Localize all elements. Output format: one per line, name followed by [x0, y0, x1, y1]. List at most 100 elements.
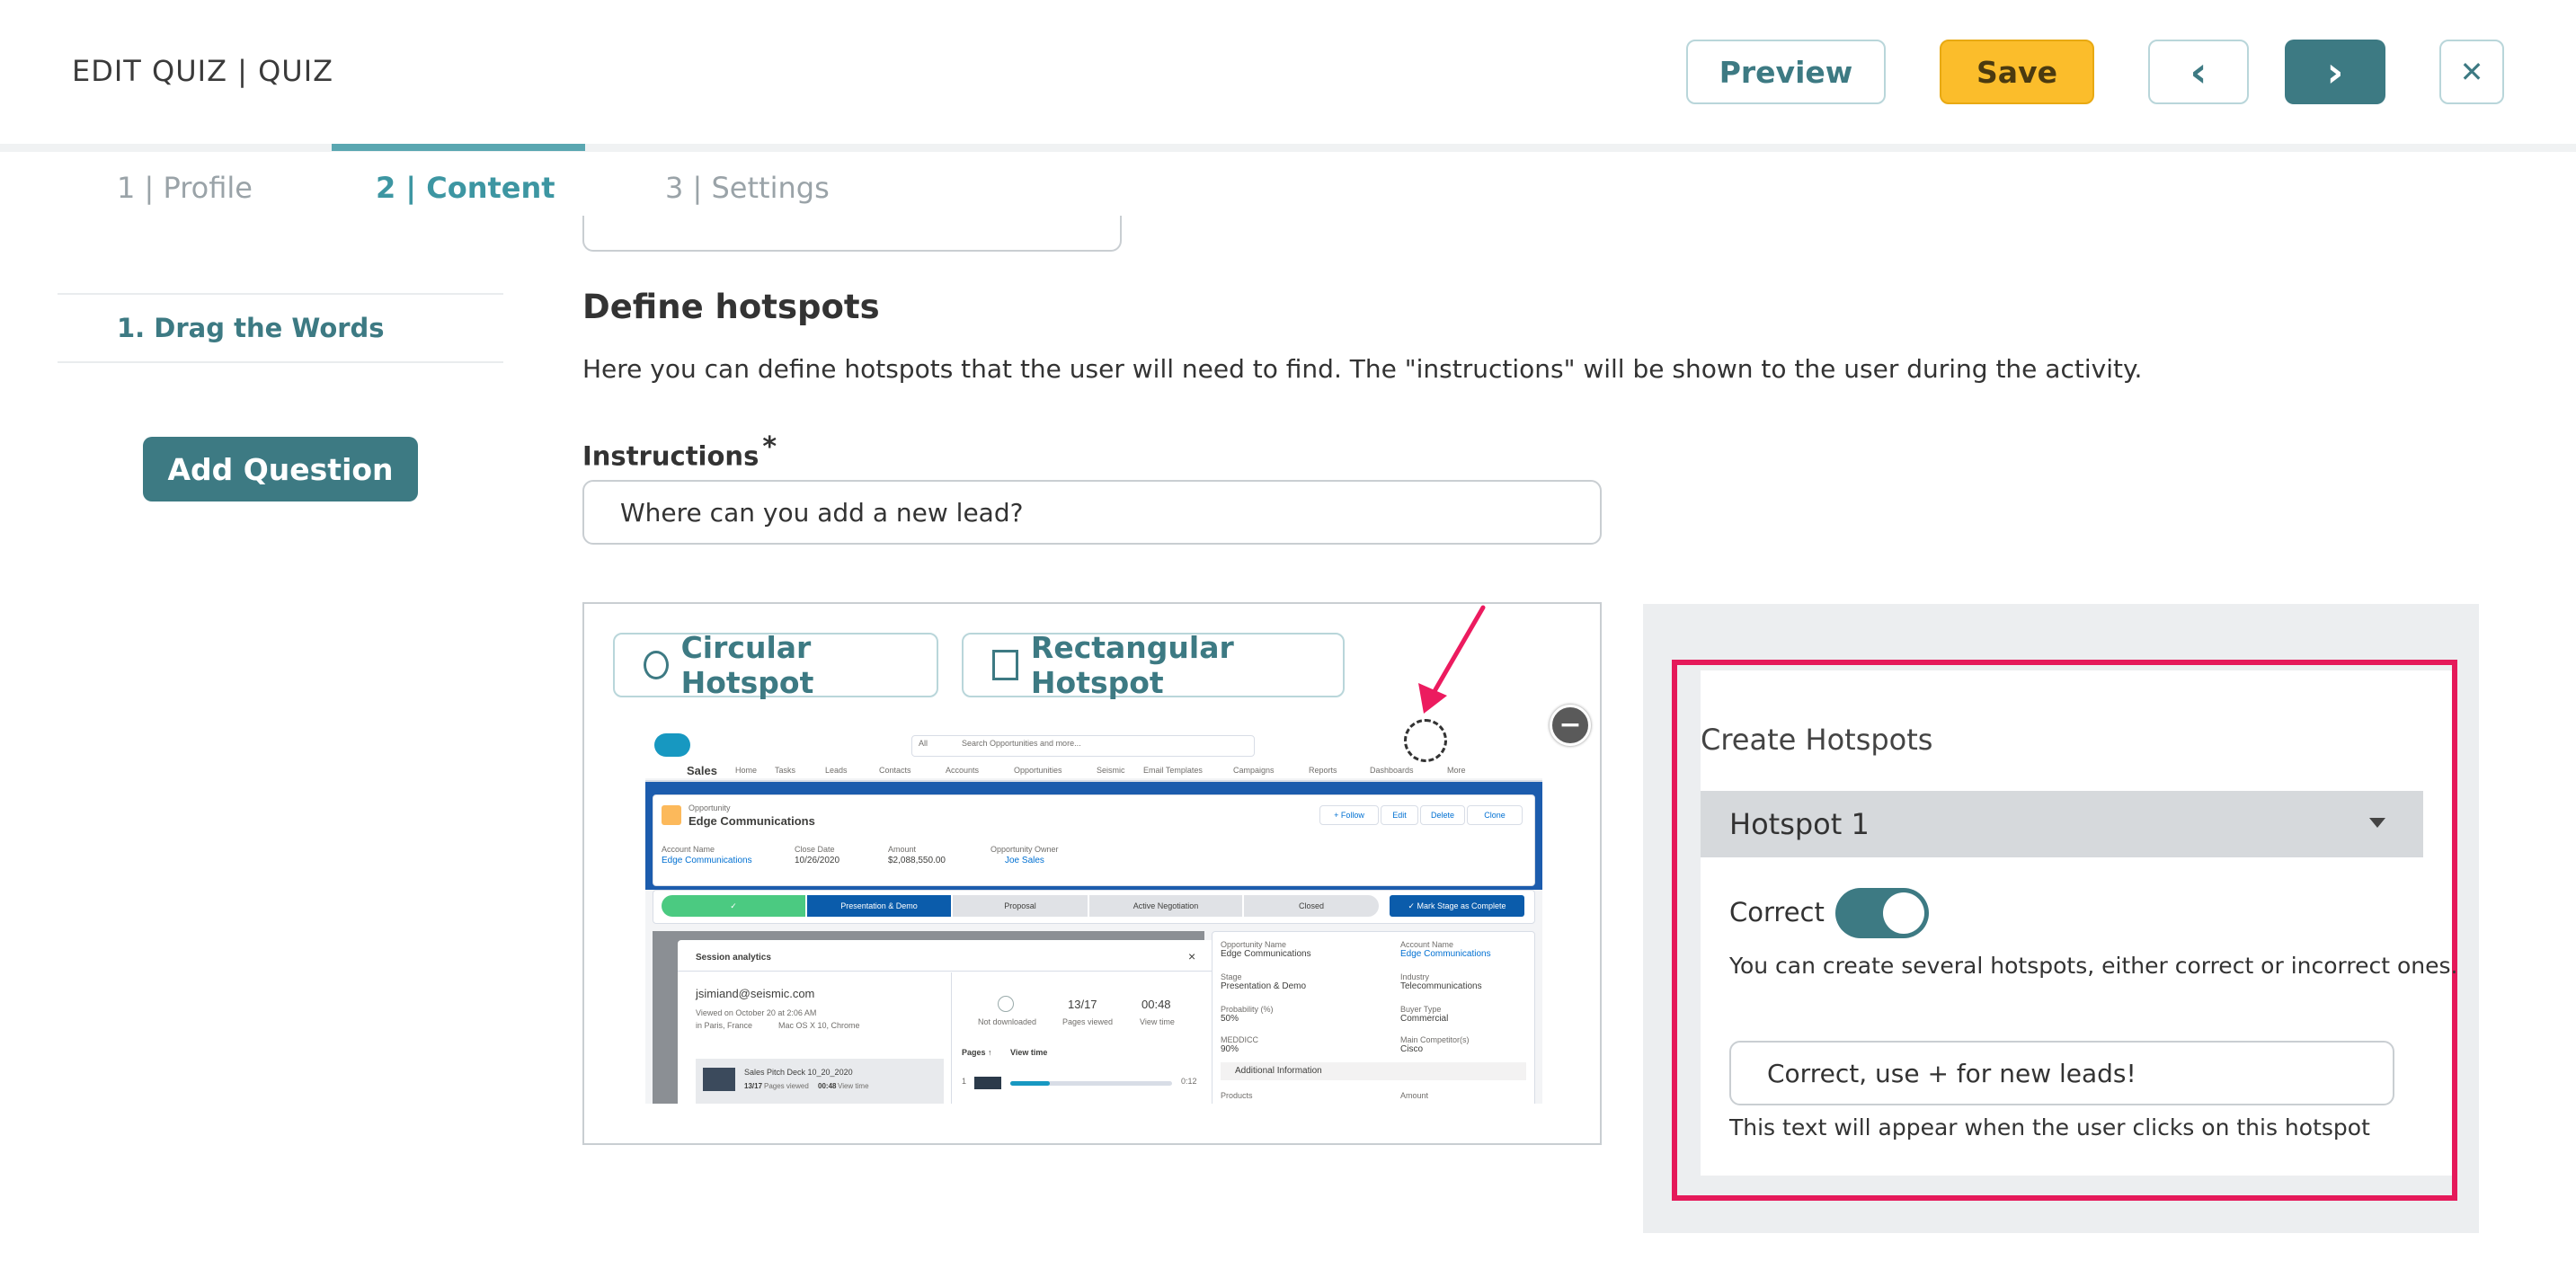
section-heading: Define hotspots [582, 288, 880, 326]
chevron-left-icon: ‹ [2190, 48, 2207, 96]
sf-divider [951, 972, 952, 1104]
remove-hotspot-button[interactable]: − [1550, 705, 1591, 746]
opportunity-icon [662, 805, 681, 825]
sf-detail-label: Probability (%) [1221, 1005, 1274, 1014]
sidebar-divider [58, 293, 503, 295]
question-item[interactable]: 1. Drag the Words [117, 313, 385, 343]
square-icon [992, 650, 1018, 680]
sf-detail-value: 50% [1221, 1014, 1239, 1024]
sf-progress-fill [1010, 1081, 1050, 1086]
salesforce-logo-icon [654, 733, 690, 757]
sf-nav-item: Dashboards [1370, 766, 1414, 775]
sf-deck-name: Sales Pitch Deck 10_20_2020 [744, 1068, 853, 1077]
sf-detail-value: Cisco [1400, 1044, 1424, 1054]
close-button[interactable]: ✕ [2439, 40, 2504, 104]
sf-deck-pages-label: Pages viewed [764, 1082, 809, 1090]
page-title: EDIT QUIZ | QUIZ [72, 54, 334, 88]
section-description: Here you can define hotspots that the us… [582, 354, 2143, 384]
instructions-input[interactable]: Where can you add a new lead? [582, 480, 1602, 545]
sf-nav-item: More [1447, 766, 1466, 775]
previous-field-remnant [582, 216, 1122, 252]
tab-profile[interactable]: 1 | Profile [117, 171, 253, 205]
sf-path-step: ✓ [662, 895, 805, 917]
close-icon: ✕ [2459, 55, 2484, 89]
previous-button[interactable]: ‹ [2148, 40, 2249, 104]
sf-divider [678, 971, 1215, 972]
sf-amount-label: Amount [1400, 1091, 1429, 1100]
next-button[interactable]: › [2285, 40, 2385, 104]
correct-toggle[interactable] [1835, 888, 1929, 938]
sf-field-value: 10/26/2020 [795, 856, 840, 865]
close-icon: × [1188, 949, 1196, 963]
sf-session-email: jsimiand@seismic.com [696, 987, 815, 1000]
sf-row-num: 1 [962, 1077, 967, 1086]
sf-nav-item: Contacts [879, 766, 911, 775]
sf-mark-complete-button: ✓ Mark Stage as Complete [1390, 895, 1524, 917]
sf-nav-item: Campaigns [1233, 766, 1275, 775]
hotspots-help-text: You can create several hotspots, either … [1729, 953, 2458, 979]
sf-field-value: Edge Communications [662, 856, 752, 865]
sf-row-time: 0:12 [1181, 1077, 1197, 1086]
sf-detail-value: Presentation & Demo [1221, 981, 1307, 991]
sf-pages-viewed-label: Pages viewed [1062, 1017, 1114, 1026]
hotspot-marker[interactable] [1404, 719, 1447, 762]
sf-nav-item: Reports [1309, 766, 1337, 775]
sf-delete-button: Delete [1420, 805, 1465, 825]
circular-hotspot-button[interactable]: Circular Hotspot [613, 630, 938, 700]
sf-search-placeholder: Search Opportunities and more... [962, 739, 1081, 748]
sf-products-label: Products [1221, 1091, 1253, 1100]
preview-button[interactable]: Preview [1686, 40, 1886, 104]
sf-detail-value: Commercial [1400, 1014, 1449, 1024]
sf-deck-time: 00:48 [818, 1082, 837, 1090]
sf-pages-viewed-value: 13/17 [1068, 998, 1097, 1011]
slide-thumbnail [974, 1077, 1001, 1089]
sf-nav-item: Accounts [946, 766, 980, 775]
sf-detail-label: Main Competitor(s) [1400, 1035, 1470, 1044]
save-button[interactable]: Save [1940, 40, 2094, 104]
sf-not-downloaded: Not downloaded [978, 1017, 1037, 1026]
circle-icon [644, 651, 669, 679]
sf-nav-item: Email Templates [1143, 766, 1203, 775]
sf-nav-item: Opportunities [1014, 766, 1062, 775]
tab-content[interactable]: 2 | Content [376, 171, 555, 205]
sf-detail-label: Buyer Type [1400, 1005, 1442, 1014]
sf-session-title: Session analytics [696, 953, 771, 963]
arrow-pointer-icon [1418, 605, 1486, 714]
hotspot-select[interactable]: Hotspot 1 [1701, 791, 2423, 857]
sf-detail-label: Opportunity Name [1221, 940, 1287, 949]
add-question-button[interactable]: Add Question [143, 437, 418, 501]
sf-field-label: Opportunity Owner [990, 845, 1059, 854]
sf-session-location: in Paris, France [696, 1021, 753, 1030]
sf-detail-value: 90% [1221, 1044, 1239, 1054]
sf-field-label: Account Name [662, 845, 715, 854]
sf-deck-pages: 13/17 [744, 1082, 763, 1090]
sf-edit-button: Edit [1381, 805, 1418, 825]
tab-settings[interactable]: 3 | Settings [665, 171, 830, 205]
caret-down-icon[interactable] [2369, 818, 2385, 828]
sf-view-time-label: View time [1140, 1017, 1175, 1026]
sf-additional-info: Additional Information [1235, 1066, 1322, 1076]
sf-field-label: Amount [888, 845, 917, 854]
sf-path-step: Closed [1244, 895, 1379, 917]
sf-field-value: Joe Sales [1005, 856, 1044, 865]
deck-thumbnail [703, 1068, 735, 1091]
toggle-knob [1883, 892, 1924, 934]
sf-record-type: Opportunity [688, 803, 731, 812]
sf-path-step: Proposal [953, 895, 1088, 917]
sf-col-header: Pages ↑ [962, 1048, 992, 1057]
correct-label: Correct [1729, 897, 1825, 927]
sf-nav-item: Seismic [1097, 766, 1125, 775]
sf-record-name: Edge Communications [688, 814, 815, 828]
sf-session-device: Mac OS X 10, Chrome [778, 1021, 860, 1030]
sf-detail-value: Edge Communications [1400, 949, 1491, 959]
sf-detail-label: Industry [1400, 972, 1430, 981]
sf-detail-label: Stage [1221, 972, 1242, 981]
sf-clone-button: Clone [1467, 805, 1523, 825]
sf-field-label: Close Date [795, 845, 835, 854]
sf-nav-item: Home [735, 766, 758, 775]
create-hotspots-title: Create Hotspots [1701, 723, 1933, 757]
rectangular-hotspot-button[interactable]: Rectangular Hotspot [962, 630, 1345, 700]
feedback-input[interactable]: Correct, use + for new leads! [1729, 1041, 2394, 1105]
salesforce-screenshot[interactable]: All Search Opportunities and more... Sal… [645, 728, 1542, 1104]
sf-view-time-value: 00:48 [1141, 998, 1171, 1011]
